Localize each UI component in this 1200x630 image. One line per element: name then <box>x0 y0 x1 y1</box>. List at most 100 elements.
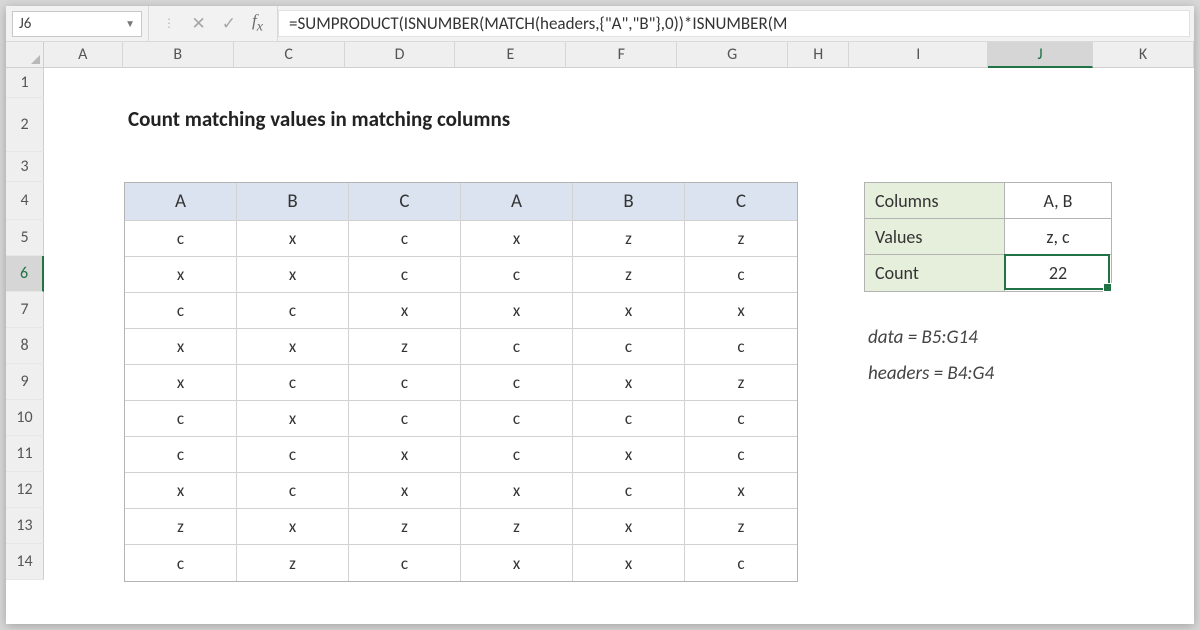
row-header[interactable]: 1 <box>6 68 44 98</box>
data-cell[interactable]: c <box>237 365 349 401</box>
data-cell[interactable]: c <box>573 329 685 365</box>
data-header-cell[interactable]: B <box>573 183 685 221</box>
data-cell[interactable]: x <box>685 473 797 509</box>
row-header[interactable]: 8 <box>6 328 44 364</box>
data-cell[interactable]: x <box>349 473 461 509</box>
data-header-cell[interactable]: C <box>349 183 461 221</box>
data-cell[interactable]: z <box>685 221 797 257</box>
data-cell[interactable]: x <box>237 509 349 545</box>
data-cell[interactable]: x <box>685 293 797 329</box>
row-header[interactable]: 3 <box>6 152 44 182</box>
column-header[interactable]: K <box>1093 42 1194 68</box>
row-header[interactable]: 10 <box>6 400 44 436</box>
data-cell[interactable]: x <box>573 509 685 545</box>
fx-icon[interactable]: fx <box>252 11 263 35</box>
data-cell[interactable]: c <box>461 365 573 401</box>
data-cell[interactable]: x <box>237 401 349 437</box>
data-cell[interactable]: x <box>573 293 685 329</box>
column-header[interactable]: D <box>345 42 456 68</box>
data-cell[interactable]: z <box>573 221 685 257</box>
data-cell[interactable]: x <box>573 545 685 581</box>
cells-canvas[interactable]: Count matching values in matching column… <box>44 68 1194 624</box>
data-cell[interactable]: z <box>685 365 797 401</box>
data-cell[interactable]: z <box>237 545 349 581</box>
data-cell[interactable]: c <box>349 365 461 401</box>
data-cell[interactable]: x <box>237 329 349 365</box>
row-header[interactable]: 4 <box>6 182 44 220</box>
data-cell[interactable]: x <box>461 293 573 329</box>
name-box[interactable]: J6 ▼ <box>12 11 142 37</box>
column-header[interactable]: G <box>677 42 788 68</box>
data-cell[interactable]: x <box>349 437 461 473</box>
data-cell[interactable]: c <box>461 401 573 437</box>
data-cell[interactable]: c <box>125 545 237 581</box>
data-cell[interactable]: c <box>349 221 461 257</box>
data-cell[interactable]: c <box>461 329 573 365</box>
data-header-cell[interactable]: A <box>125 183 237 221</box>
more-icon[interactable]: ⋮ <box>163 16 176 31</box>
column-header[interactable]: E <box>455 42 566 68</box>
data-cell[interactable]: x <box>461 545 573 581</box>
cancel-icon[interactable]: ✕ <box>192 13 206 34</box>
data-cell[interactable]: x <box>237 221 349 257</box>
column-header[interactable]: H <box>788 42 849 68</box>
data-cell[interactable]: c <box>685 329 797 365</box>
formula-input[interactable]: =SUMPRODUCT(ISNUMBER(MATCH(headers,{"A",… <box>278 10 1190 37</box>
data-cell[interactable]: c <box>125 401 237 437</box>
data-cell[interactable]: c <box>237 473 349 509</box>
data-cell[interactable]: z <box>125 509 237 545</box>
data-cell[interactable]: c <box>237 437 349 473</box>
data-cell[interactable]: z <box>349 509 461 545</box>
data-cell[interactable]: c <box>125 437 237 473</box>
data-cell[interactable]: c <box>573 473 685 509</box>
data-cell[interactable]: c <box>685 437 797 473</box>
data-cell[interactable]: z <box>573 257 685 293</box>
data-cell[interactable]: c <box>461 437 573 473</box>
row-header[interactable]: 2 <box>6 98 44 152</box>
data-cell[interactable]: c <box>349 545 461 581</box>
column-header[interactable]: F <box>566 42 677 68</box>
data-cell[interactable]: x <box>573 437 685 473</box>
data-cell[interactable]: c <box>461 257 573 293</box>
data-cell[interactable]: z <box>461 509 573 545</box>
data-header-cell[interactable]: A <box>461 183 573 221</box>
chevron-down-icon[interactable]: ▼ <box>125 17 135 30</box>
data-cell[interactable]: c <box>685 401 797 437</box>
data-cell[interactable]: x <box>461 221 573 257</box>
column-header[interactable]: I <box>849 42 988 68</box>
column-header[interactable]: A <box>44 42 123 68</box>
data-cell[interactable]: c <box>685 257 797 293</box>
data-cell[interactable]: c <box>125 293 237 329</box>
column-header[interactable]: C <box>234 42 345 68</box>
row-header[interactable]: 7 <box>6 292 44 328</box>
data-cell[interactable]: c <box>125 221 237 257</box>
data-cell[interactable]: x <box>125 365 237 401</box>
data-cell[interactable]: x <box>237 257 349 293</box>
data-cell[interactable]: x <box>573 365 685 401</box>
data-cell[interactable]: z <box>685 509 797 545</box>
data-cell[interactable]: c <box>237 293 349 329</box>
data-cell[interactable]: x <box>349 293 461 329</box>
row-header[interactable]: 12 <box>6 472 44 508</box>
row-header[interactable]: 6 <box>6 256 44 292</box>
data-cell[interactable]: c <box>349 401 461 437</box>
data-cell[interactable]: z <box>349 329 461 365</box>
select-all-corner[interactable] <box>6 42 44 68</box>
data-cell[interactable]: x <box>125 329 237 365</box>
data-cell[interactable]: c <box>349 257 461 293</box>
column-header[interactable]: B <box>123 42 234 68</box>
row-header[interactable]: 5 <box>6 220 44 256</box>
column-header[interactable]: J <box>988 42 1093 68</box>
data-cell[interactable]: c <box>573 401 685 437</box>
row-header[interactable]: 9 <box>6 364 44 400</box>
data-header-cell[interactable]: B <box>237 183 349 221</box>
confirm-icon[interactable]: ✓ <box>222 13 236 34</box>
data-cell[interactable]: x <box>125 473 237 509</box>
data-cell[interactable]: c <box>685 545 797 581</box>
row-header[interactable]: 14 <box>6 544 44 580</box>
data-cell[interactable]: x <box>125 257 237 293</box>
row-header[interactable]: 13 <box>6 508 44 544</box>
data-header-cell[interactable]: C <box>685 183 797 221</box>
row-header[interactable]: 11 <box>6 436 44 472</box>
data-cell[interactable]: x <box>461 473 573 509</box>
